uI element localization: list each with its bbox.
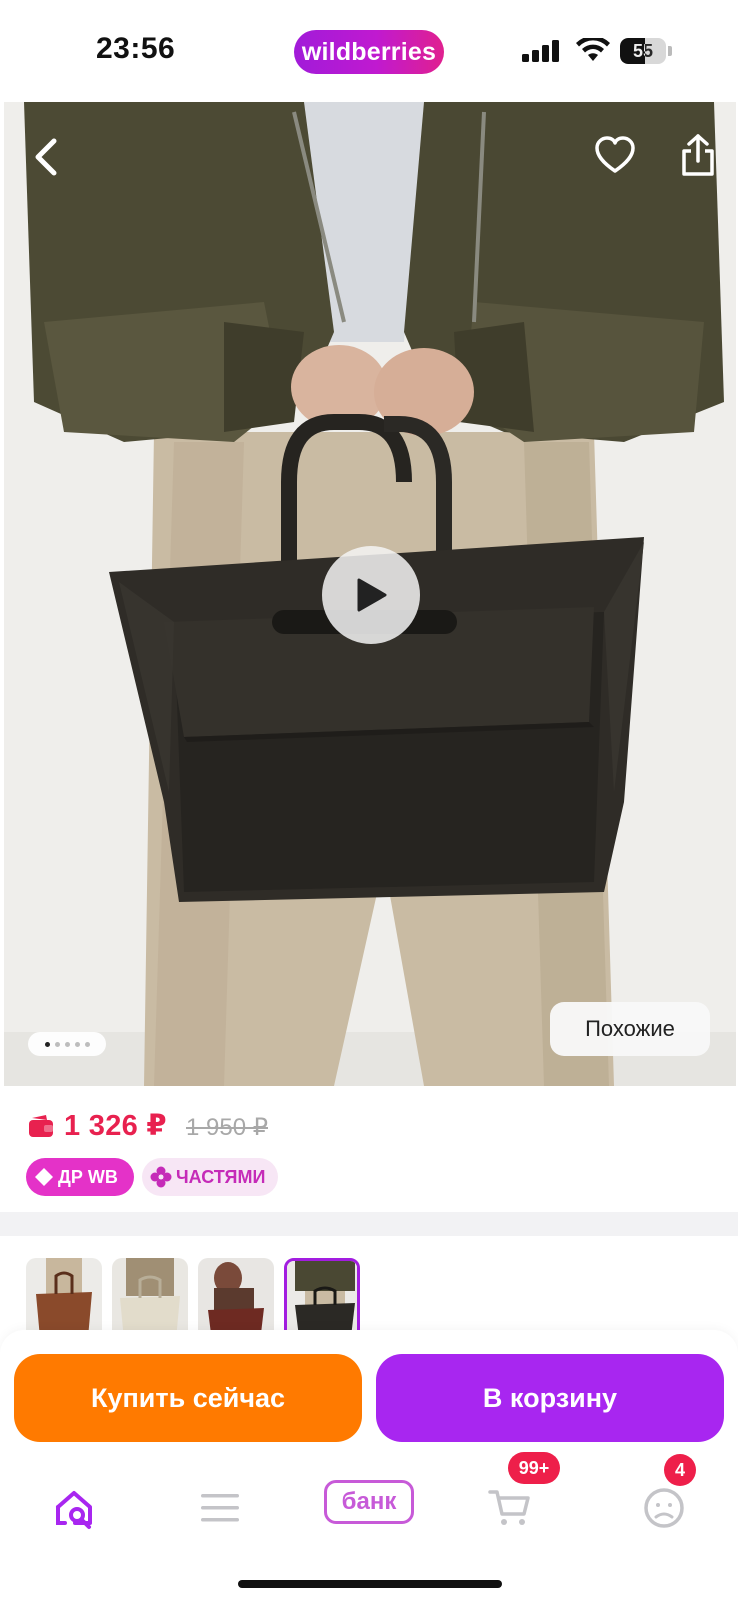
current-price: 1 326 ₽ (64, 1110, 167, 1142)
gallery-pagination (28, 1032, 106, 1056)
gallery-dot (44, 1041, 50, 1047)
cart-count-badge: 99+ (508, 1452, 560, 1484)
profile-icon (644, 1488, 684, 1528)
badge-installments[interactable]: ЧАСТЯМИ (142, 1158, 278, 1196)
badge-installments-label: ЧАСТЯМИ (176, 1166, 266, 1187)
battery-level: 55 (632, 40, 654, 61)
purchase-actions: Купить сейчас В корзину (0, 1330, 738, 1444)
status-bar: 23:56 wildberries 55 (0, 0, 738, 102)
nav-profile[interactable] (634, 1478, 694, 1538)
chevron-left-icon (35, 138, 57, 176)
nav-home[interactable] (46, 1478, 106, 1538)
brand-logo[interactable]: wildberries (294, 30, 444, 74)
nav-catalog[interactable] (190, 1478, 250, 1538)
play-icon (357, 578, 387, 612)
add-to-cart-button[interactable]: В корзину (376, 1354, 724, 1442)
gallery-dot (64, 1041, 70, 1047)
heart-icon (595, 136, 635, 173)
price-section: 1 326 ₽ 1 950 ₽ ДР WB ЧАСТЯМИ (0, 1086, 738, 1212)
battery-icon: 55 (620, 38, 672, 64)
share-icon (682, 134, 714, 176)
favorite-button[interactable] (590, 130, 640, 180)
color-variants (0, 1236, 738, 1344)
gallery-dot (84, 1041, 90, 1047)
clock: 23:56 (96, 32, 176, 65)
gallery-dot (74, 1041, 80, 1047)
gallery-dot (54, 1041, 60, 1047)
play-video-button[interactable] (322, 546, 420, 644)
wallet-icon (29, 1115, 53, 1137)
nav-bank[interactable]: банк (324, 1480, 414, 1524)
badge-dr-label: ДР WB (58, 1166, 118, 1187)
similar-button[interactable]: Похожие (550, 1002, 710, 1056)
section-divider (0, 1212, 738, 1236)
nav-cart[interactable] (480, 1478, 540, 1538)
share-button[interactable] (676, 128, 720, 182)
buy-now-button[interactable]: Купить сейчас (14, 1354, 362, 1442)
home-search-icon (56, 1491, 92, 1529)
wifi-icon (576, 38, 610, 61)
badge-dr-wb[interactable]: ДР WB (26, 1158, 134, 1196)
tag-icon (35, 1168, 53, 1186)
old-price: 1 950 ₽ (186, 1114, 268, 1141)
product-photo[interactable]: Похожие (4, 102, 736, 1086)
back-button[interactable] (26, 132, 66, 182)
cellular-signal-icon (522, 40, 559, 62)
home-indicator (238, 1580, 502, 1588)
menu-icon (201, 1494, 239, 1522)
profile-notification-badge: 4 (664, 1454, 696, 1486)
bottom-navigation: банк 99+ 4 (0, 1444, 738, 1600)
flower-icon (150, 1166, 172, 1188)
cart-icon (488, 1490, 530, 1525)
